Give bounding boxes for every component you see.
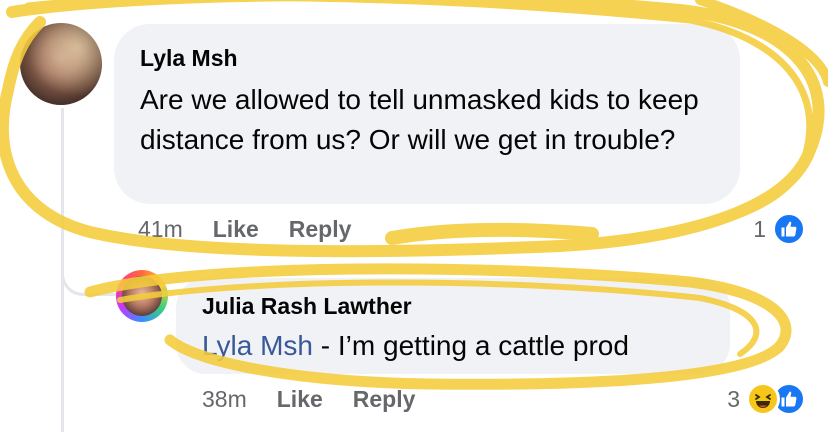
like-button[interactable]: Like	[213, 216, 259, 243]
reply-button[interactable]: Reply	[289, 216, 352, 243]
reaction-count: 3	[727, 385, 740, 412]
reply-author-name[interactable]: Julia Rash Lawther	[202, 292, 704, 320]
like-icon	[772, 212, 806, 246]
reply-text-body: - I’m getting a cattle prod	[313, 330, 629, 361]
avatar-lyla-msh[interactable]	[20, 23, 102, 105]
comment-actions: 41m Like Reply	[138, 216, 381, 243]
reaction-summary[interactable]: 1	[753, 212, 806, 246]
comment-thread: Lyla Msh Are we allowed to tell unmasked…	[0, 0, 828, 432]
reaction-count: 1	[753, 215, 766, 242]
reply-timestamp[interactable]: 38m	[202, 386, 247, 413]
comment-bubble: Lyla Msh Are we allowed to tell unmasked…	[114, 24, 740, 204]
avatar-photo	[20, 23, 102, 105]
comment-text: Are we allowed to tell unmasked kids to …	[140, 84, 699, 155]
comment-timestamp[interactable]: 41m	[138, 216, 183, 243]
avatar-julia-rash-lawther[interactable]	[116, 270, 168, 322]
reply-actions: 38m Like Reply	[202, 386, 445, 413]
mention-link[interactable]: Lyla Msh	[202, 330, 313, 361]
comment-author-name[interactable]: Lyla Msh	[140, 44, 714, 72]
reply-bubble: Julia Rash Lawther Lyla Msh - I’m gettin…	[176, 278, 730, 374]
thread-reply-connector	[61, 236, 123, 296]
reaction-summary[interactable]: 3	[727, 382, 806, 416]
avatar-photo	[122, 276, 162, 316]
reply-button[interactable]: Reply	[353, 386, 416, 413]
haha-icon	[746, 382, 780, 416]
like-button[interactable]: Like	[277, 386, 323, 413]
reply-text: Lyla Msh - I’m getting a cattle prod	[202, 326, 704, 366]
